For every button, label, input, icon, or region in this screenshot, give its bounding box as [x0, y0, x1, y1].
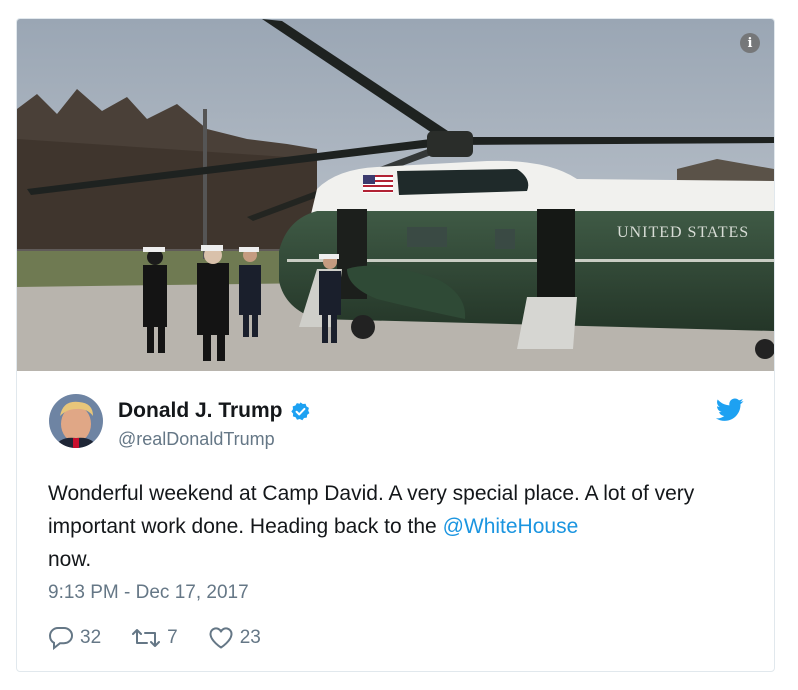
reply-icon: [48, 627, 74, 650]
like-button[interactable]: 23: [208, 626, 261, 650]
action-bar: 32 7 23: [48, 625, 291, 651]
tweet-card[interactable]: UNITED STATES i Donald J. Trump @realDon…: [16, 18, 775, 672]
tweet-photo[interactable]: UNITED STATES i: [17, 19, 774, 371]
twitter-bird-icon[interactable]: [716, 398, 744, 422]
retweet-button[interactable]: 7: [131, 626, 178, 650]
author-name[interactable]: Donald J. Trump: [118, 399, 283, 423]
timestamp[interactable]: 9:13 PM - Dec 17, 2017: [48, 582, 249, 604]
tweet-text-body: Wonderful weekend at Camp David. A very …: [48, 482, 695, 538]
retweet-icon: [132, 629, 161, 647]
retweet-count: 7: [167, 627, 178, 648]
like-count: 23: [239, 627, 261, 648]
reply-count: 32: [80, 627, 102, 648]
avatar[interactable]: [49, 394, 103, 448]
helicopter-lettering: UNITED STATES: [617, 224, 749, 241]
verified-badge-icon: [290, 401, 309, 420]
heart-icon: [209, 627, 233, 649]
tweet-text: Wonderful weekend at Camp David. A very …: [48, 477, 758, 576]
author-handle[interactable]: @realDonaldTrump: [118, 429, 275, 450]
helicopter-photo: UNITED STATES: [17, 19, 774, 371]
mention-link[interactable]: @WhiteHouse: [443, 515, 579, 538]
reply-button[interactable]: 32: [48, 626, 101, 650]
author-name-row[interactable]: Donald J. Trump: [118, 399, 311, 423]
info-icon[interactable]: i: [740, 33, 760, 53]
tweet-text-end: now.: [48, 548, 92, 571]
